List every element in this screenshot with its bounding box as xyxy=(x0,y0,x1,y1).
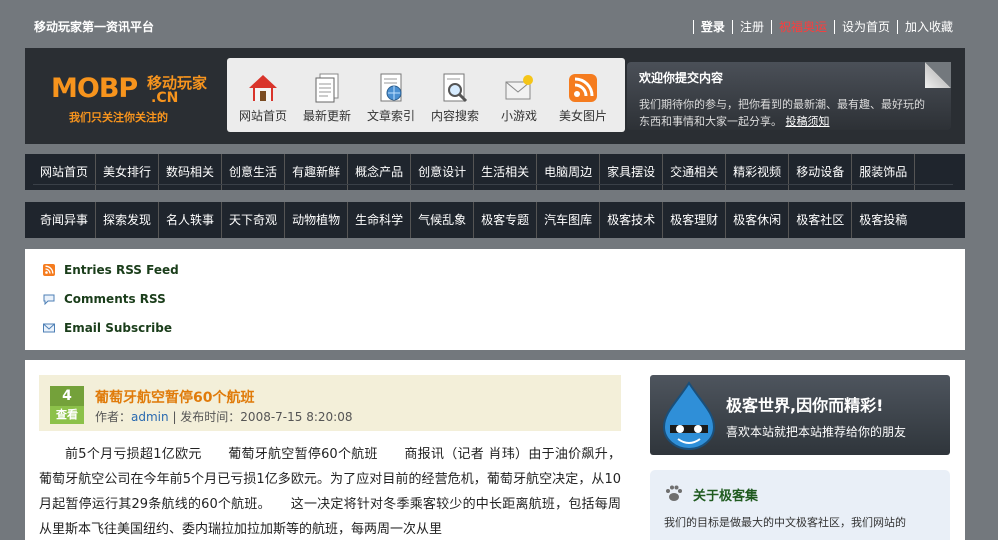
nav-home-label: 网站首页 xyxy=(238,109,287,123)
nav-search[interactable]: 内容搜索 xyxy=(423,58,487,132)
menu-secondary-item[interactable]: 动物植物 xyxy=(285,202,349,238)
menu-secondary-item[interactable]: 名人轶事 xyxy=(159,202,223,238)
menu-secondary-item[interactable]: 汽车图库 xyxy=(537,202,601,238)
menu-secondary-item[interactable]: 极客休闲 xyxy=(726,202,790,238)
nav-games[interactable]: 小游戏 xyxy=(487,58,551,132)
nav-games-label: 小游戏 xyxy=(500,109,537,123)
logo-domain: .CN xyxy=(151,90,179,106)
category-menu-secondary: 奇闻异事 探索发现 名人轶事 天下奇观 动物植物 生命科学 气候乱象 极客专题 汽车图库 极客技术… xyxy=(25,202,965,238)
menu-secondary-item[interactable]: 极客理财 xyxy=(663,202,727,238)
nav-latest[interactable]: 最新更新 xyxy=(295,58,359,132)
date-badge[interactable]: 4 查看 xyxy=(50,386,84,424)
view-label: 查看 xyxy=(50,406,84,424)
water-drop-mascot-icon xyxy=(662,381,716,450)
welcome-box: 欢迎你提交内容 我们期待你的参与，把你看到的最新潮、最有趣、最好玩的东西和事情和… xyxy=(627,62,951,130)
site-tagline: 移动玩家第一资讯平台 xyxy=(34,20,155,34)
nav-photos[interactable]: 美女图片 xyxy=(551,58,615,132)
category-menu-primary: 网站首页 美女排行 数码相关 创意生活 有趣新鲜 概念产品 创意设计 生活相关 电脑周边 家具摆设… xyxy=(25,154,965,190)
comment-icon xyxy=(43,294,55,305)
page-curl-decoration xyxy=(925,62,951,88)
menu-secondary-item[interactable]: 气候乱象 xyxy=(411,202,475,238)
menu-secondary-item[interactable]: 探索发现 xyxy=(96,202,160,238)
globe-document-icon xyxy=(380,73,402,102)
about-box: 关于极客集 我们的目标是做最大的中文极客社区，我们网站的 xyxy=(650,470,950,540)
logo-text: MOBP xyxy=(51,73,138,104)
email-subscribe-label: Email Subscribe xyxy=(64,321,172,335)
top-links: 登录 注册 祝福奥运 设为首页 加入收藏 xyxy=(692,20,960,34)
post-header: 4 查看 葡萄牙航空暂停60个航班 作者：admin | 发布时间：2008-7… xyxy=(39,375,621,431)
rss-feed-icon xyxy=(43,264,55,276)
logo-slogan: 我们只关注你关注的 xyxy=(69,111,168,124)
promo-banner[interactable]: 极客世界,因你而精彩! 喜欢本站就把本站推荐给你的朋友 xyxy=(650,375,950,455)
email-icon xyxy=(43,323,55,333)
menu-secondary-item[interactable]: 极客技术 xyxy=(600,202,664,238)
publish-time: | 发布时间：2008-7-15 8:20:08 xyxy=(168,410,353,424)
nav-index[interactable]: 文章索引 xyxy=(359,58,423,132)
welcome-text-body: 我们期待你的参与，把你看到的最新潮、最有趣、最好玩的东西和事情和大家一起分享。 xyxy=(639,98,925,128)
nav-photos-label: 美女图片 xyxy=(558,109,607,123)
menu-divider xyxy=(33,184,953,185)
submission-guide-link[interactable]: 投稿须知 xyxy=(786,115,830,128)
entries-rss-link[interactable]: Entries RSS Feed xyxy=(43,263,179,277)
menu-secondary-item[interactable]: 极客专题 xyxy=(474,202,538,238)
menu-secondary-item[interactable]: 生命科学 xyxy=(348,202,412,238)
welcome-title: 欢迎你提交内容 xyxy=(639,71,724,85)
menu-secondary-item[interactable]: 极客投稿 xyxy=(852,202,914,238)
post-day: 4 xyxy=(50,386,84,406)
author-link[interactable]: admin xyxy=(131,410,169,424)
nav-home[interactable]: 网站首页 xyxy=(231,58,295,132)
document-icon xyxy=(315,73,339,103)
login-link[interactable]: 登录 xyxy=(692,20,732,34)
comments-rss-label: Comments RSS xyxy=(64,292,166,306)
comments-rss-link[interactable]: Comments RSS xyxy=(43,292,166,306)
promo-title: 极客世界,因你而精彩! xyxy=(726,396,884,415)
home-icon xyxy=(249,75,277,101)
icon-nav: 网站首页 最新更新 文章索引 内容搜索 小游戏 美女图片 xyxy=(227,58,625,132)
register-link[interactable]: 注册 xyxy=(731,20,771,34)
email-subscribe-link[interactable]: Email Subscribe xyxy=(43,321,172,335)
olympic-blessing-link[interactable]: 祝福奥运 xyxy=(770,20,834,34)
about-text: 我们的目标是做最大的中文极客社区，我们网站的 xyxy=(664,516,906,529)
search-icon xyxy=(443,73,468,103)
mail-icon xyxy=(505,75,533,100)
welcome-text: 我们期待你的参与，把你看到的最新潮、最有趣、最好玩的东西和事情和大家一起分享。 … xyxy=(639,96,927,130)
subscribe-box: Entries RSS Feed Comments RSS Email Subs… xyxy=(25,249,965,350)
promo-subtitle: 喜欢本站就把本站推荐给你的朋友 xyxy=(726,425,907,439)
menu-secondary-item[interactable]: 天下奇观 xyxy=(222,202,286,238)
post-body: 前5个月亏损超1亿欧元 葡萄牙航空暂停60个航班 商报讯（记者 肖玮）由于油价飙… xyxy=(39,447,621,537)
post-meta: 作者：admin | 发布时间：2008-7-15 8:20:08 xyxy=(95,408,352,425)
site-logo[interactable]: MOBP 移动玩家 .CN 我们只关注你关注的 xyxy=(51,72,221,128)
menu-secondary-item[interactable]: 极客社区 xyxy=(789,202,853,238)
nav-index-label: 文章索引 xyxy=(366,109,415,123)
nav-search-label: 内容搜索 xyxy=(430,109,479,123)
menu-secondary-item[interactable]: 奇闻异事 xyxy=(33,202,97,238)
about-title: 关于极客集 xyxy=(693,489,759,504)
top-bar: 移动玩家第一资讯平台 登录 注册 祝福奥运 设为首页 加入收藏 xyxy=(0,0,998,48)
site-header: MOBP 移动玩家 .CN 我们只关注你关注的 网站首页 最新更新 文章索引 内… xyxy=(25,48,965,144)
paw-icon xyxy=(666,485,682,501)
author-prefix: 作者： xyxy=(95,410,132,424)
entries-rss-label: Entries RSS Feed xyxy=(64,263,179,277)
post-title[interactable]: 葡萄牙航空暂停60个航班 xyxy=(95,387,254,407)
main-content: 4 查看 葡萄牙航空暂停60个航班 作者：admin | 发布时间：2008-7… xyxy=(25,360,965,540)
add-favorite-link[interactable]: 加入收藏 xyxy=(896,20,960,34)
nav-latest-label: 最新更新 xyxy=(302,109,351,123)
rss-icon xyxy=(569,74,597,102)
set-homepage-link[interactable]: 设为首页 xyxy=(833,20,897,34)
